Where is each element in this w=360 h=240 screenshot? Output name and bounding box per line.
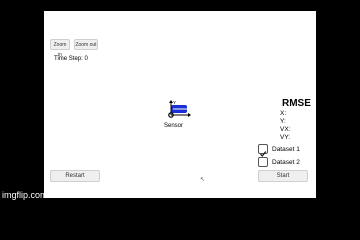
mouse-cursor-icon: ↖ bbox=[200, 177, 206, 183]
rmse-vx-label: VX: bbox=[280, 126, 291, 133]
rmse-vy-label: VY: bbox=[280, 134, 291, 141]
dataset-2-checkbox[interactable] bbox=[258, 157, 268, 167]
dataset-2-label: Dataset 2 bbox=[272, 159, 300, 166]
time-step-label: Time Step: 0 bbox=[54, 56, 88, 62]
axis-y-label: Y bbox=[173, 100, 176, 105]
dataset-1-label: Dataset 1 bbox=[272, 146, 300, 153]
watermark-label: imgflip.com bbox=[2, 190, 48, 200]
zoom-out-button[interactable]: Zoom out bbox=[74, 39, 98, 50]
simulator-window: Zoom in Zoom out Time Step: 0 Y Sensor R… bbox=[44, 11, 316, 198]
dataset-1-checkbox[interactable] bbox=[258, 144, 268, 157]
rmse-title: RMSE bbox=[282, 98, 311, 109]
start-button[interactable]: Start bbox=[258, 170, 308, 182]
rmse-x-label: X: bbox=[280, 110, 287, 117]
zoom-in-button[interactable]: Zoom in bbox=[50, 39, 70, 58]
rmse-y-label: Y: bbox=[280, 118, 286, 125]
restart-button[interactable]: Restart bbox=[50, 170, 100, 182]
sensor-label: Sensor bbox=[164, 123, 184, 129]
car-sensor-icon: Y bbox=[168, 100, 191, 118]
